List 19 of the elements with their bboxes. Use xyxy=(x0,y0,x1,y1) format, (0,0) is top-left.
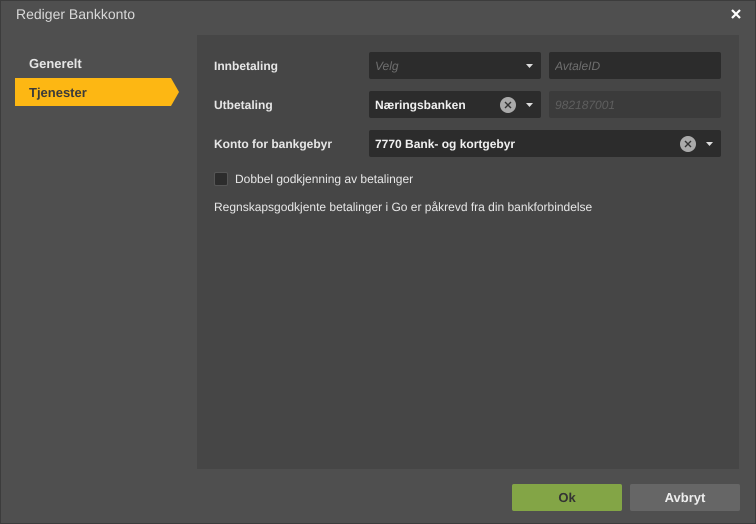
caret-icon[interactable] xyxy=(526,64,533,68)
close-icon[interactable] xyxy=(731,9,741,19)
window-title: Rediger Bankkonto xyxy=(16,6,136,22)
caret-icon[interactable] xyxy=(706,142,713,146)
checkbox[interactable] xyxy=(214,172,228,186)
sidebar-tab[interactable]: Generelt xyxy=(15,49,179,77)
caret-icon[interactable] xyxy=(526,102,533,106)
field-label: Utbetaling xyxy=(214,98,274,112)
clear-icon[interactable] xyxy=(680,136,696,152)
field-label: Konto for bankgebyr xyxy=(214,136,334,150)
info-text: Regnskapsgodkjente betalinger i Go er påkrevd fra din bankforbindelse xyxy=(214,200,594,214)
field-label: Innbetaling xyxy=(214,58,279,72)
select-field[interactable]: 7770 Bank- og kortgebyr xyxy=(369,130,721,157)
cancel-button[interactable]: Avbryt xyxy=(630,484,740,511)
select-field[interactable]: Næringsbanken xyxy=(369,91,541,118)
ok-button[interactable]: Ok xyxy=(512,484,622,511)
sidebar-tab[interactable]: Tjenester xyxy=(15,78,179,106)
checkbox-label: Dobbel godkjenning av betalinger xyxy=(235,172,414,186)
clear-icon[interactable] xyxy=(500,96,516,112)
